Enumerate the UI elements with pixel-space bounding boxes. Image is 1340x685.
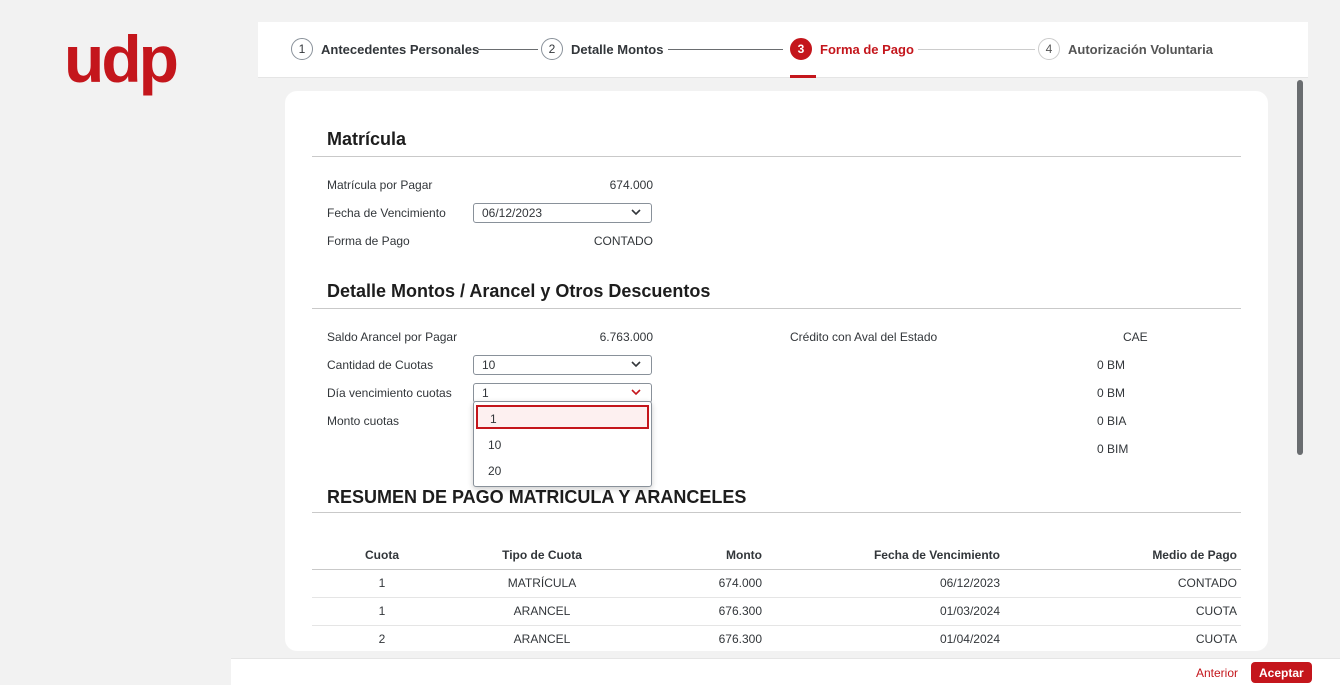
col-fecha-vencimiento: Fecha de Vencimiento (762, 541, 1000, 570)
fecha-vencimiento-value: 06/12/2023 (482, 206, 543, 220)
step-label: Antecedentes Personales (321, 41, 480, 57)
cell-cuota: 1 (312, 597, 452, 626)
cell-monto: 676.300 (632, 597, 762, 626)
footer-toolbar: Anterior Aceptar (231, 658, 1340, 685)
dia-vencimiento-select[interactable]: 1 (473, 383, 652, 403)
cell-tipo: ARANCEL (452, 625, 632, 651)
beca-bm-value: 0 BM (1097, 386, 1126, 400)
resumen-pago-table: Cuota Tipo de Cuota Monto Fecha de Venci… (312, 541, 1241, 651)
udp-logo: udp (64, 22, 179, 96)
col-monto: Monto (632, 541, 762, 570)
step-number: 2 (541, 38, 563, 60)
saldo-arancel-value: 6.763.000 (599, 330, 653, 344)
section-title-matricula: Matrícula (327, 129, 407, 149)
matricula-por-pagar-label: Matrícula por Pagar (327, 178, 433, 192)
chevron-down-icon (631, 209, 641, 216)
step-detalle-montos[interactable]: 2 Detalle Montos (541, 38, 663, 60)
table-row: 1 ARANCEL 676.300 01/03/2024 CUOTA (312, 597, 1241, 626)
monto-cuotas-label: Monto cuotas (327, 414, 400, 428)
cantidad-cuotas-value: 10 (482, 358, 496, 372)
matricula-por-pagar-value: 674.000 (609, 178, 653, 192)
dropdown-option[interactable]: 20 (476, 459, 649, 483)
table-row: 2 ARANCEL 676.300 01/04/2024 CUOTA (312, 625, 1241, 651)
section-title-detalle: Detalle Montos / Arancel y Otros Descuen… (327, 281, 711, 301)
chevron-down-icon (631, 361, 641, 368)
saldo-arancel-label: Saldo Arancel por Pagar (327, 330, 458, 344)
fecha-vencimiento-select[interactable]: 06/12/2023 (473, 203, 652, 223)
payment-form-card: Matrícula Matrícula por Pagar 674.000 Fe… (285, 91, 1268, 651)
vertical-scrollbar[interactable] (1297, 80, 1303, 455)
dia-vencimiento-value: 1 (482, 386, 489, 400)
cell-medio: CONTADO (1000, 569, 1241, 598)
wizard-step-bar: 1 Antecedentes Personales 2 Detalle Mont… (258, 22, 1308, 78)
cell-monto: 674.000 (632, 569, 762, 598)
forma-pago-value: CONTADO (593, 234, 653, 248)
step-autorizacion[interactable]: 4 Autorización Voluntaria (1038, 38, 1213, 60)
step-number: 1 (291, 38, 313, 60)
section-divider (312, 512, 1241, 513)
col-tipo-cuota: Tipo de Cuota (452, 541, 632, 570)
credito-aval-label: Crédito con Aval del Estado (790, 330, 938, 344)
cell-tipo: ARANCEL (452, 597, 632, 626)
credito-aval-value: CAE (1123, 330, 1148, 344)
anterior-button[interactable]: Anterior (1196, 666, 1238, 680)
cantidad-cuotas-label: Cantidad de Cuotas (327, 358, 434, 372)
cantidad-cuotas-select[interactable]: 10 (473, 355, 652, 375)
step-forma-de-pago[interactable]: 3 Forma de Pago (790, 38, 914, 60)
dropdown-option[interactable]: 10 (476, 433, 649, 457)
col-medio-pago: Medio de Pago (1000, 541, 1241, 570)
dia-vencimiento-label: Día vencimiento cuotas (327, 386, 452, 400)
step-connector (918, 49, 1035, 50)
col-cuota: Cuota (312, 541, 452, 570)
cell-cuota: 2 (312, 625, 452, 651)
fecha-vencimiento-label: Fecha de Vencimiento (327, 206, 446, 220)
active-step-indicator (790, 75, 816, 78)
step-number: 3 (790, 38, 812, 60)
forma-pago-label: Forma de Pago (327, 234, 410, 248)
table-header-row: Cuota Tipo de Cuota Monto Fecha de Venci… (312, 541, 1241, 570)
cell-tipo: MATRÍCULA (452, 569, 632, 598)
step-number: 4 (1038, 38, 1060, 60)
chevron-down-icon (631, 389, 641, 396)
section-divider (312, 156, 1241, 157)
step-connector (478, 49, 538, 50)
beca-bm-value: 0 BM (1097, 358, 1126, 372)
beca-bim-value: 0 BIM (1097, 442, 1129, 456)
beca-bia-value: 0 BIA (1097, 414, 1127, 428)
step-label: Detalle Montos (571, 41, 664, 57)
table-row: 1 MATRÍCULA 674.000 06/12/2023 CONTADO (312, 569, 1241, 598)
cell-medio: CUOTA (1000, 597, 1241, 626)
cell-fecha: 01/04/2024 (762, 625, 1000, 651)
aceptar-button[interactable]: Aceptar (1251, 662, 1312, 683)
section-title-resumen: RESUMEN DE PAGO MATRICULA Y ARANCELES (327, 487, 747, 507)
dia-vencimiento-dropdown-list: 1 10 20 (473, 401, 652, 487)
cell-fecha: 06/12/2023 (762, 569, 1000, 598)
dropdown-option[interactable]: 1 (476, 405, 649, 429)
step-antecedentes[interactable]: 1 Antecedentes Personales (291, 38, 479, 60)
step-label: Autorización Voluntaria (1068, 41, 1213, 57)
section-divider (312, 308, 1241, 309)
step-label: Forma de Pago (820, 41, 914, 57)
cell-cuota: 1 (312, 569, 452, 598)
cell-monto: 676.300 (632, 625, 762, 651)
cell-medio: CUOTA (1000, 625, 1241, 651)
cell-fecha: 01/03/2024 (762, 597, 1000, 626)
step-connector (668, 49, 783, 50)
